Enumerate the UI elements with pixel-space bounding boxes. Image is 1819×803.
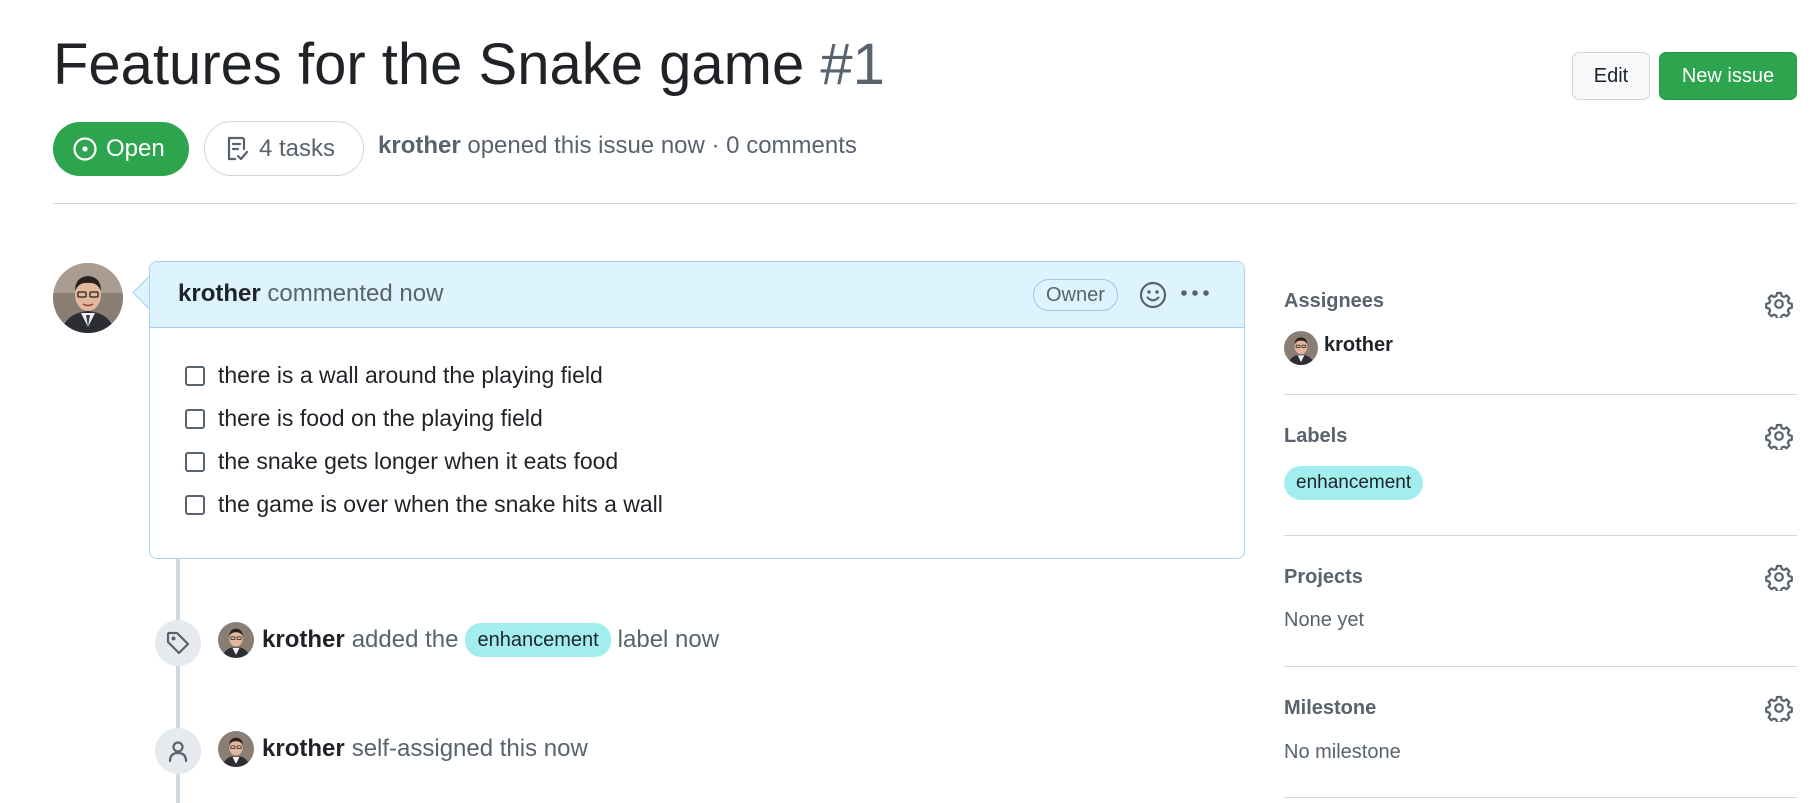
edit-button[interactable]: Edit bbox=[1572, 52, 1650, 100]
person-icon bbox=[168, 741, 188, 763]
task-label: the game is over when the snake hits a w… bbox=[218, 491, 663, 517]
milestone-value: No milestone bbox=[1284, 741, 1401, 763]
issue-meta: krother opened this issue now · 0 commen… bbox=[378, 132, 857, 160]
labels-gear-icon[interactable] bbox=[1765, 422, 1793, 450]
tag-icon bbox=[166, 631, 190, 655]
timeline-event-labeled: krother added the enhancement label now bbox=[262, 622, 719, 658]
sidebar-divider bbox=[1284, 394, 1797, 395]
timeline-event-text: self-assigned this now bbox=[351, 735, 588, 762]
task-label: there is a wall around the playing field bbox=[218, 362, 603, 388]
label-enhancement-pill[interactable]: enhancement bbox=[465, 623, 611, 657]
issue-comment: krother commented now Owner there is a w… bbox=[149, 261, 1245, 559]
more-options-kebab-icon[interactable] bbox=[1180, 288, 1210, 298]
task-checkbox[interactable] bbox=[185, 451, 205, 472]
sidebar-label-enhancement[interactable]: enhancement bbox=[1284, 466, 1424, 500]
task-label: there is food on the playing field bbox=[218, 405, 543, 431]
comment-header: krother commented now Owner bbox=[150, 262, 1244, 328]
issue-state-label: Open bbox=[106, 135, 165, 162]
task-checkbox[interactable] bbox=[185, 494, 205, 515]
timeline-actor-link[interactable]: krother bbox=[262, 735, 345, 763]
issue-meta-text: opened this issue now · 0 comments bbox=[467, 132, 857, 159]
issue-state-badge: Open bbox=[53, 122, 189, 176]
timeline-actor-link[interactable]: krother bbox=[262, 626, 345, 654]
comment-author-avatar[interactable] bbox=[53, 263, 123, 333]
issue-author-link[interactable]: krother bbox=[378, 132, 461, 159]
timeline-event-text: added the bbox=[351, 626, 459, 653]
new-issue-button[interactable]: New issue bbox=[1659, 52, 1797, 100]
timeline-label-badge bbox=[155, 620, 201, 666]
sidebar-divider bbox=[1284, 797, 1797, 798]
timeline-actor-avatar[interactable] bbox=[218, 622, 254, 658]
checklist-icon bbox=[227, 136, 249, 160]
assignees-gear-icon[interactable] bbox=[1765, 290, 1793, 318]
issue-open-icon bbox=[73, 137, 97, 161]
projects-gear-icon[interactable] bbox=[1765, 563, 1793, 591]
timeline-event-assigned: krother self-assigned this now bbox=[262, 731, 588, 767]
owner-badge: Owner bbox=[1033, 279, 1118, 311]
avatar-image bbox=[218, 731, 254, 767]
tasks-count: 4 tasks bbox=[259, 134, 336, 162]
issue-number: #1 bbox=[820, 32, 885, 97]
issue-title-text: Features for the Snake game bbox=[53, 32, 805, 97]
task-item: there is a wall around the playing field bbox=[185, 362, 603, 389]
add-reaction-smiley-icon[interactable] bbox=[1138, 280, 1168, 310]
sidebar-divider bbox=[1284, 666, 1797, 667]
comment-author-line: krother commented now bbox=[178, 280, 443, 308]
comment-author-link[interactable]: krother bbox=[178, 280, 261, 307]
task-item: the snake gets longer when it eats food bbox=[185, 448, 618, 475]
issue-title: Features for the Snake game #1 bbox=[53, 30, 885, 100]
task-checkbox[interactable] bbox=[185, 365, 205, 386]
avatar-image bbox=[1284, 331, 1318, 365]
timeline-assign-badge bbox=[155, 728, 201, 774]
milestone-gear-icon[interactable] bbox=[1765, 694, 1793, 722]
assignee-name-link[interactable]: krother bbox=[1324, 334, 1393, 357]
milestone-heading: Milestone bbox=[1284, 697, 1377, 719]
projects-value: None yet bbox=[1284, 609, 1365, 631]
task-item: there is food on the playing field bbox=[185, 405, 543, 432]
header-divider bbox=[53, 203, 1797, 204]
comment-timestamp[interactable]: commented now bbox=[267, 280, 443, 307]
task-checkbox[interactable] bbox=[185, 408, 205, 429]
tasks-progress-button[interactable]: 4 tasks bbox=[204, 121, 364, 176]
avatar-image bbox=[53, 263, 123, 333]
projects-heading: Projects bbox=[1284, 566, 1363, 588]
avatar-image bbox=[218, 622, 254, 658]
sidebar-divider bbox=[1284, 535, 1797, 536]
assignees-heading: Assignees bbox=[1284, 290, 1385, 312]
task-item: the game is over when the snake hits a w… bbox=[185, 491, 663, 518]
timeline-event-text-post: label now bbox=[617, 626, 720, 653]
assignee-avatar[interactable] bbox=[1284, 331, 1318, 365]
task-label: the snake gets longer when it eats food bbox=[218, 448, 619, 474]
labels-heading: Labels bbox=[1284, 425, 1348, 447]
timeline-actor-avatar[interactable] bbox=[218, 731, 254, 767]
